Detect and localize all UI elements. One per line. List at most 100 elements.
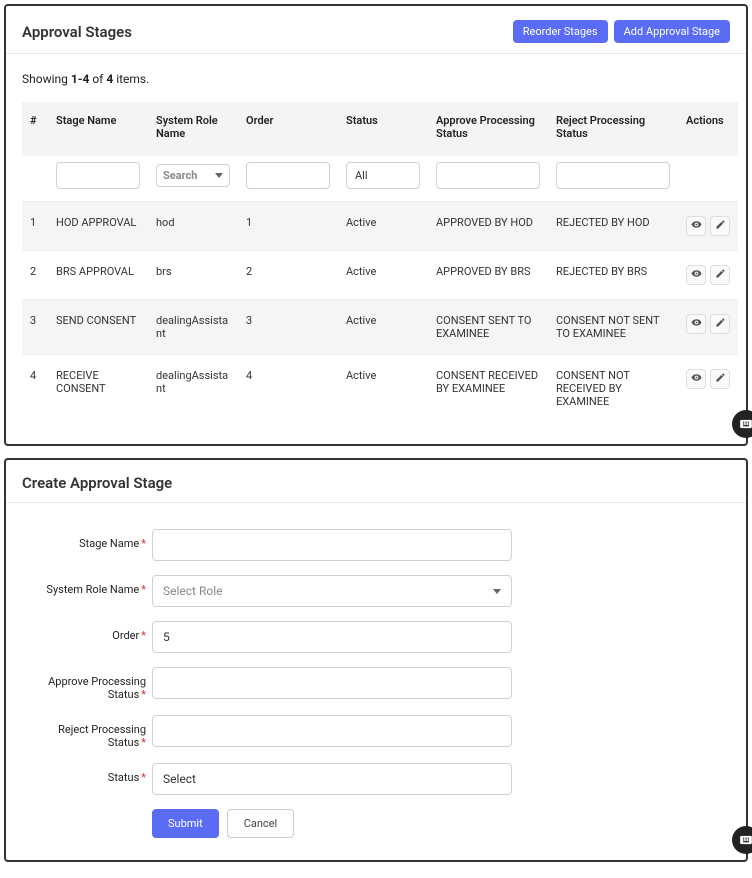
label-approve-status: Approve Processing Status*	[22, 667, 152, 701]
panel-title: Approval Stages	[22, 23, 132, 41]
cell-reject-status: REJECTED BY BRS	[548, 251, 678, 300]
filter-stage-name-input[interactable]	[56, 162, 140, 189]
col-approve-status[interactable]: Approve Processing Status	[428, 102, 548, 156]
cell-order: 1	[238, 202, 338, 251]
cell-system-role: hod	[148, 202, 238, 251]
cell-actions	[678, 251, 738, 300]
approval-stages-panel: Approval Stages Reorder Stages Add Appro…	[4, 4, 748, 446]
pencil-icon	[715, 372, 726, 386]
view-button[interactable]	[686, 216, 706, 236]
cell-index: 1	[22, 202, 48, 251]
form-panel-body: Stage Name* System Role Name* Select Rol…	[6, 503, 746, 860]
cell-system-role: brs	[148, 251, 238, 300]
cell-reject-status: CONSENT NOT SENT TO EXAMINEE	[548, 300, 678, 355]
keyboard-icon	[739, 833, 752, 847]
col-stage-name[interactable]: Stage Name	[48, 102, 148, 156]
cell-stage-name: RECEIVE CONSENT	[48, 355, 148, 423]
create-approval-stage-panel: Create Approval Stage Stage Name* System…	[4, 458, 748, 862]
form-panel-header: Create Approval Stage	[6, 460, 746, 503]
table-row: 2BRS APPROVALbrs2ActiveAPPROVED BY BRSRE…	[22, 251, 738, 300]
eye-icon	[691, 372, 702, 386]
label-stage-name: Stage Name*	[22, 529, 152, 550]
cell-index: 3	[22, 300, 48, 355]
reorder-stages-button[interactable]: Reorder Stages	[513, 20, 608, 43]
cell-status: Active	[338, 202, 428, 251]
label-system-role: System Role Name*	[22, 575, 152, 596]
pencil-icon	[715, 317, 726, 331]
add-approval-stage-button[interactable]: Add Approval Stage	[614, 20, 730, 43]
order-input[interactable]	[152, 621, 512, 653]
table-row: 3SEND CONSENTdealingAssistant3ActiveCONS…	[22, 300, 738, 355]
cell-approve-status: APPROVED BY BRS	[428, 251, 548, 300]
approval-stages-table: # Stage Name System Role Name Order Stat…	[22, 102, 738, 422]
edit-button[interactable]	[710, 369, 730, 389]
cell-reject-status: CONSENT NOT RECEIVED BY EXAMINEE	[548, 355, 678, 423]
cell-order: 4	[238, 355, 338, 423]
cell-system-role: dealingAssistant	[148, 355, 238, 423]
cell-stage-name: BRS APPROVAL	[48, 251, 148, 300]
cell-order: 2	[238, 251, 338, 300]
pencil-icon	[715, 219, 726, 233]
form-panel-title: Create Approval Stage	[22, 474, 172, 492]
view-button[interactable]	[686, 369, 706, 389]
col-status[interactable]: Status	[338, 102, 428, 156]
panel-header: Approval Stages Reorder Stages Add Appro…	[6, 6, 746, 54]
edit-button[interactable]	[710, 216, 730, 236]
stage-name-input[interactable]	[152, 529, 512, 561]
filter-order-input[interactable]	[246, 162, 330, 189]
filter-approve-status-input[interactable]	[436, 162, 540, 189]
view-button[interactable]	[686, 314, 706, 334]
label-reject-status: Reject Processing Status*	[22, 715, 152, 749]
cell-approve-status: APPROVED BY HOD	[428, 202, 548, 251]
edit-button[interactable]	[710, 314, 730, 334]
pencil-icon	[715, 268, 726, 282]
cancel-button[interactable]: Cancel	[227, 809, 294, 838]
status-select[interactable]	[152, 763, 512, 795]
table-row: 4RECEIVE CONSENTdealingAssistant4ActiveC…	[22, 355, 738, 423]
table-filter-row: Search	[22, 156, 738, 202]
cell-stage-name: SEND CONSENT	[48, 300, 148, 355]
col-actions: Actions	[678, 102, 738, 156]
label-status: Status*	[22, 763, 152, 784]
keyboard-fab-button[interactable]	[732, 410, 752, 438]
table-head-row: # Stage Name System Role Name Order Stat…	[22, 102, 738, 156]
filter-reject-status-input[interactable]	[556, 162, 670, 189]
cell-index: 4	[22, 355, 48, 423]
filter-system-role-select[interactable]: Search	[156, 164, 230, 187]
reject-processing-status-input[interactable]	[152, 715, 512, 747]
panel-body: Showing 1-4 of 4 items. # Stage Name Sys…	[6, 54, 746, 444]
chevron-down-icon	[493, 589, 501, 594]
col-order[interactable]: Order	[238, 102, 338, 156]
approve-processing-status-input[interactable]	[152, 667, 512, 699]
cell-reject-status: REJECTED BY HOD	[548, 202, 678, 251]
chevron-down-icon	[215, 173, 223, 178]
label-order: Order*	[22, 621, 152, 642]
col-system-role[interactable]: System Role Name	[148, 102, 238, 156]
submit-button[interactable]: Submit	[152, 809, 219, 838]
view-button[interactable]	[686, 265, 706, 285]
result-summary: Showing 1-4 of 4 items.	[22, 72, 730, 86]
cell-approve-status: CONSENT RECEIVED BY EXAMINEE	[428, 355, 548, 423]
cell-status: Active	[338, 251, 428, 300]
filter-status-select[interactable]	[346, 162, 420, 189]
form-actions: Submit Cancel	[152, 809, 730, 838]
cell-status: Active	[338, 355, 428, 423]
col-reject-status[interactable]: Reject Processing Status	[548, 102, 678, 156]
cell-status: Active	[338, 300, 428, 355]
cell-actions	[678, 300, 738, 355]
eye-icon	[691, 317, 702, 331]
panel-header-actions: Reorder Stages Add Approval Stage	[513, 20, 730, 43]
cell-index: 2	[22, 251, 48, 300]
cell-actions	[678, 355, 738, 423]
edit-button[interactable]	[710, 265, 730, 285]
system-role-select[interactable]: Select Role	[152, 575, 512, 607]
cell-stage-name: HOD APPROVAL	[48, 202, 148, 251]
cell-order: 3	[238, 300, 338, 355]
cell-actions	[678, 202, 738, 251]
table-row: 1HOD APPROVALhod1ActiveAPPROVED BY HODRE…	[22, 202, 738, 251]
cell-approve-status: CONSENT SENT TO EXAMINEE	[428, 300, 548, 355]
eye-icon	[691, 219, 702, 233]
col-index[interactable]: #	[22, 102, 48, 156]
eye-icon	[691, 268, 702, 282]
keyboard-fab-button[interactable]	[732, 826, 752, 854]
